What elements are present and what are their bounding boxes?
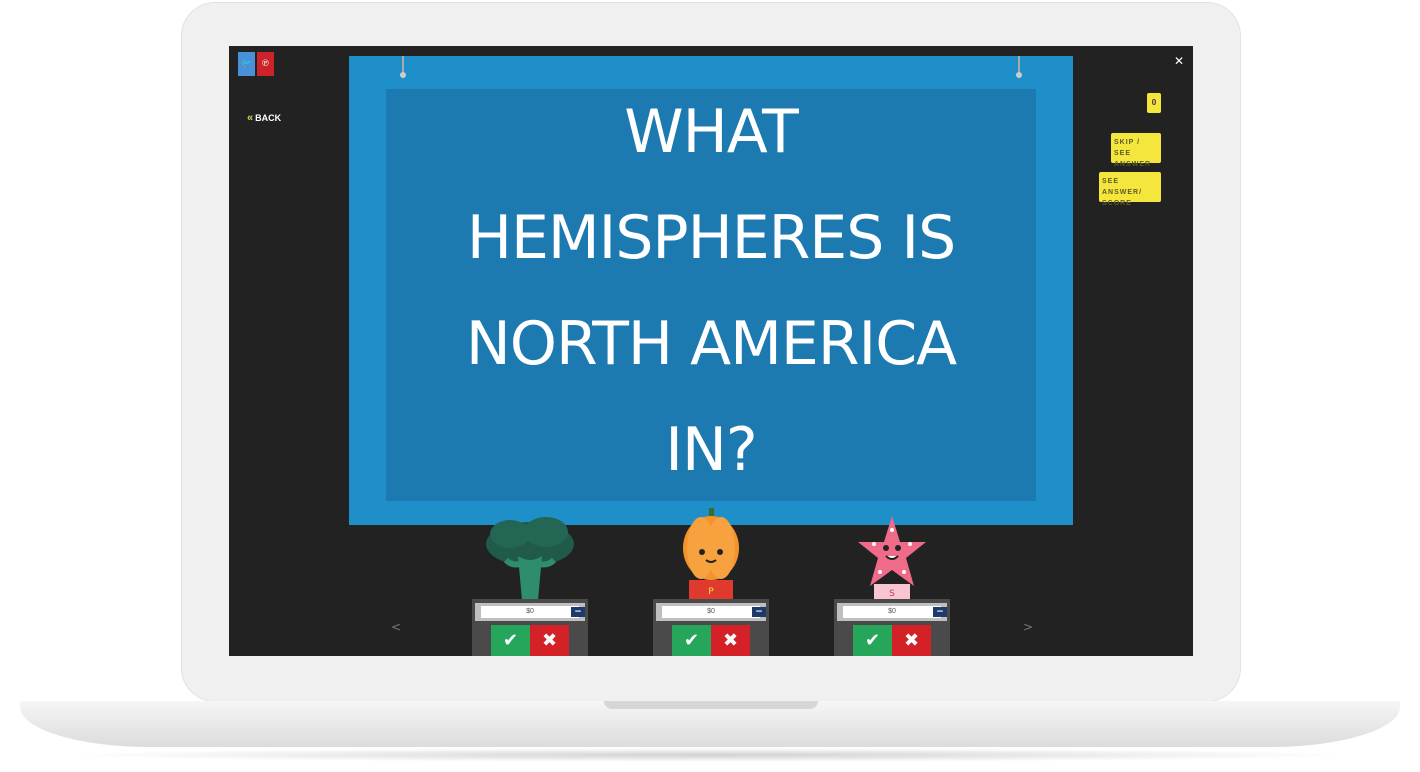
player-card: P + $0 − ✔ ✖	[653, 508, 769, 656]
score-bar: + $0 −	[656, 603, 766, 621]
back-link[interactable]: « BACK	[247, 112, 281, 124]
prev-arrow-icon[interactable]: <	[391, 620, 401, 634]
laptop-shadow	[60, 748, 1360, 762]
wrong-button[interactable]: ✖	[711, 625, 750, 656]
back-label: BACK	[255, 113, 282, 123]
question-panel: WHAT HEMISPHERES IS NORTH AMERICA IN?	[386, 89, 1036, 501]
player-card: + $0 − ✔ ✖	[472, 508, 588, 656]
score-bar: + $0 −	[475, 603, 585, 621]
see-answer-score-button[interactable]: SEE ANSWER/ SCORE	[1099, 172, 1161, 207]
podium: + $0 − ✔ ✖	[834, 599, 950, 656]
svg-text:S: S	[889, 589, 895, 599]
twitter-icon: 🐦	[240, 59, 253, 69]
podium: + $0 − ✔ ✖	[653, 599, 769, 656]
subtract-points-button[interactable]: −	[571, 607, 585, 617]
score-bar: + $0 −	[837, 603, 947, 621]
player-score: $0	[481, 606, 579, 618]
laptop-notch	[604, 701, 818, 709]
podium: + $0 − ✔ ✖	[472, 599, 588, 656]
back-chevron-icon: «	[247, 112, 254, 124]
wrong-button[interactable]: ✖	[530, 625, 569, 656]
skip-see-answer-button[interactable]: SKIP / SEE ANSWER	[1111, 133, 1161, 168]
pinterest-icon: ℗	[261, 59, 270, 69]
twitter-share-button[interactable]: 🐦	[238, 52, 255, 76]
fullscreen-toggle-icon[interactable]: ✕	[1174, 54, 1184, 68]
pinterest-share-button[interactable]: ℗	[257, 52, 274, 76]
svg-text:P: P	[708, 587, 714, 597]
question-text: WHAT HEMISPHERES IS NORTH AMERICA IN?	[465, 97, 957, 485]
board-hook-icon	[1015, 56, 1023, 78]
correct-button[interactable]: ✔	[672, 625, 711, 656]
question-board: WHAT HEMISPHERES IS NORTH AMERICA IN?	[349, 56, 1073, 525]
next-arrow-icon[interactable]: >	[1023, 620, 1033, 634]
correct-button[interactable]: ✔	[853, 625, 892, 656]
board-hook-icon	[399, 56, 407, 78]
score-chip: 0	[1147, 93, 1161, 113]
player-score: $0	[662, 606, 760, 618]
starfish-character-icon: S	[858, 516, 926, 600]
pumpkin-character-icon: P	[683, 508, 739, 600]
subtract-points-button[interactable]: −	[752, 607, 766, 617]
subtract-points-button[interactable]: −	[933, 607, 947, 617]
broccoli-character-icon	[486, 517, 574, 600]
player-score: $0	[843, 606, 941, 618]
correct-button[interactable]: ✔	[491, 625, 530, 656]
game-screen: 🐦 ℗ « BACK ✕ WHAT HEMISPHERES IS NORTH A…	[229, 46, 1193, 656]
wrong-button[interactable]: ✖	[892, 625, 931, 656]
player-card: S + $0 − ✔ ✖	[834, 508, 950, 656]
